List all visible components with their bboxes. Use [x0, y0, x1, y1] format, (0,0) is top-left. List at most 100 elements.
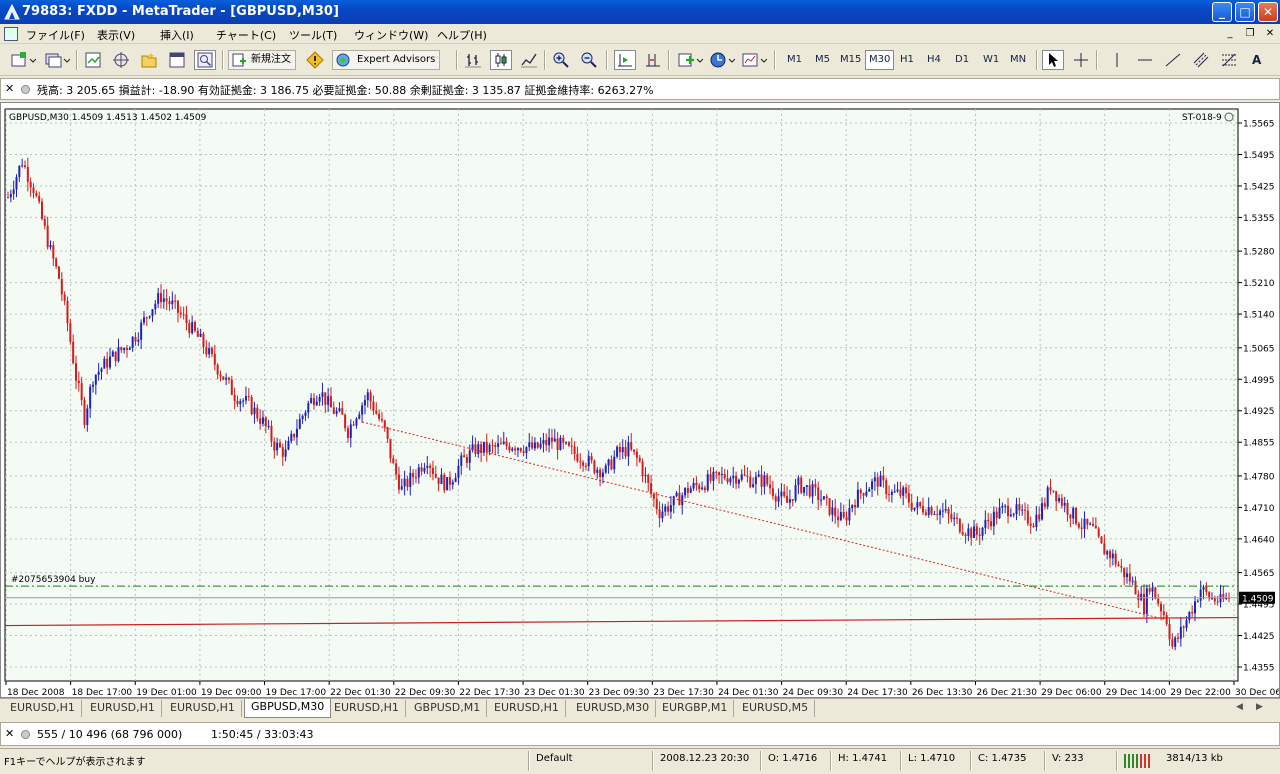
candle-body	[859, 489, 862, 494]
candle-body	[638, 457, 641, 462]
candle-body	[363, 400, 366, 406]
equidistant-channel-tool-button[interactable]	[1190, 50, 1212, 70]
candle-body	[514, 448, 517, 451]
cursor-tool-button[interactable]	[1042, 50, 1064, 70]
line-chart-button[interactable]	[518, 50, 540, 70]
timeframe-w1-button[interactable]: W1	[979, 50, 1003, 70]
candlestick-button[interactable]	[490, 50, 512, 70]
menu-chart[interactable]: チャート(C)	[216, 27, 276, 43]
toolbar-separator	[1096, 50, 1098, 70]
tab-scroll-left-icon[interactable]: ◀	[1236, 702, 1243, 712]
crosshair-tool-button[interactable]	[1070, 50, 1092, 70]
terminal-button[interactable]	[166, 50, 188, 70]
templates-button[interactable]	[740, 50, 768, 70]
child-close-button[interactable]: ✕	[1262, 27, 1278, 41]
market-watch-button[interactable]	[82, 50, 104, 70]
timeframe-h1-button[interactable]: H1	[896, 50, 918, 70]
candle-body	[1194, 601, 1197, 614]
tab-eurusd-m5[interactable]: EURUSD,M5	[736, 700, 816, 717]
price-chart[interactable]: 1.5565 1.5495 1.5425 1.5355 1.5280 1.5210 1.51…	[1, 103, 1279, 697]
candle-body	[171, 300, 174, 305]
navigator-button[interactable]	[138, 50, 160, 70]
candle-body	[814, 484, 817, 488]
timeframe-mn-button[interactable]: MN	[1006, 50, 1030, 70]
candle-body	[9, 194, 12, 198]
periods-button[interactable]	[708, 50, 736, 70]
timeframe-m1-button[interactable]: M1	[783, 50, 806, 70]
fibonacci-tool-button[interactable]	[1218, 50, 1240, 70]
timeframe-h4-button[interactable]: H4	[923, 50, 945, 70]
candle-body	[89, 386, 92, 409]
candle-body	[655, 498, 658, 510]
close-icon[interactable]: ✕	[5, 727, 14, 740]
menu-insert[interactable]: 挿入(I)	[160, 27, 194, 43]
indicators-button[interactable]	[676, 50, 704, 70]
vertical-line-tool-button[interactable]	[1106, 50, 1128, 70]
tab-eurusd-h1[interactable]: EURUSD,H1	[488, 700, 566, 717]
menu-window[interactable]: ウィンドウ(W)	[354, 27, 428, 43]
candle-body	[1143, 593, 1146, 614]
tab-scroll-right-icon[interactable]: ▶	[1256, 702, 1263, 712]
tab-eurusd-h1[interactable]: EURUSD,H1	[328, 700, 406, 717]
horizontal-line-tool-button[interactable]	[1134, 50, 1156, 70]
y-tick-label: 1.5425	[1243, 182, 1275, 192]
candle-body	[542, 439, 545, 444]
candle-body	[301, 415, 304, 420]
new-chart-button[interactable]	[8, 50, 38, 70]
candle-body	[1007, 505, 1010, 517]
expert-advisors-button[interactable]: Expert Advisors	[332, 50, 441, 70]
tab-gbpusd-m30[interactable]: GBPUSD,M30	[244, 699, 332, 718]
maximize-button[interactable]: □	[1235, 2, 1255, 22]
timeframe-m15-button[interactable]: M15	[836, 50, 865, 70]
menu-view[interactable]: 表示(V)	[97, 27, 135, 43]
profiles-button[interactable]	[42, 50, 72, 70]
status-separator	[652, 751, 654, 771]
menu-file[interactable]: ファイル(F)	[26, 27, 85, 43]
chart-shift-button[interactable]	[642, 50, 664, 70]
candle-body	[304, 412, 307, 416]
text-tool-button[interactable]: A	[1248, 50, 1265, 70]
candle-body	[264, 417, 267, 427]
new-order-button[interactable]: 新規注文	[228, 50, 296, 70]
close-icon[interactable]: ✕	[5, 82, 14, 95]
warning-diamond-icon	[306, 51, 324, 69]
y-tick-label: 1.4640	[1243, 535, 1275, 545]
zoom-in-button[interactable]	[550, 50, 572, 70]
bar-chart-button[interactable]	[462, 50, 484, 70]
trendline-tool-button[interactable]	[1162, 50, 1184, 70]
tab-eurusd-h1[interactable]: EURUSD,H1	[4, 700, 82, 717]
timeframe-m30-button[interactable]: M30	[865, 50, 895, 70]
chart-window[interactable]: 1.5565 1.5495 1.5425 1.5355 1.5280 1.5210 1.51…	[0, 102, 1280, 698]
candle-body	[913, 507, 916, 510]
tab-eurusd-h1[interactable]: EURUSD,H1	[84, 700, 162, 717]
chart-window-icon[interactable]	[4, 27, 18, 41]
timeframe-d1-button[interactable]: D1	[951, 50, 973, 70]
strategy-tester-button[interactable]	[194, 50, 216, 70]
x-tick-label: 19 Dec 09:00	[201, 688, 262, 697]
close-button[interactable]: ✕	[1258, 2, 1278, 22]
candle-body	[196, 330, 199, 337]
tab-gbpusd-m1[interactable]: GBPUSD,M1	[408, 700, 488, 717]
menu-tools[interactable]: ツール(T)	[289, 27, 337, 43]
alert-button[interactable]	[304, 50, 326, 70]
candle-body	[341, 408, 344, 415]
minimize-button[interactable]: _	[1212, 2, 1232, 22]
tab-eurusd-m30[interactable]: EURUSD,M30	[570, 700, 657, 717]
candle-body	[312, 398, 315, 406]
menu-help[interactable]: ヘルプ(H)	[437, 27, 487, 43]
candle-body	[616, 446, 619, 457]
candle-body	[545, 439, 548, 446]
magnifier-chart-icon	[197, 52, 213, 68]
candle-body	[482, 441, 485, 453]
candle-body	[284, 449, 287, 457]
data-window-button[interactable]	[110, 50, 132, 70]
candle-body	[1032, 525, 1035, 528]
tab-eurusd-h1[interactable]: EURUSD,H1	[164, 700, 242, 717]
auto-scroll-button[interactable]	[614, 50, 636, 70]
timeframe-m5-button[interactable]: M5	[811, 50, 834, 70]
child-minimize-button[interactable]: _	[1222, 27, 1238, 41]
tab-eurgbp-m1[interactable]: EURGBP,M1	[656, 700, 735, 717]
candle-body	[709, 474, 712, 481]
child-restore-button[interactable]: ❐	[1242, 27, 1258, 41]
zoom-out-button[interactable]	[578, 50, 600, 70]
